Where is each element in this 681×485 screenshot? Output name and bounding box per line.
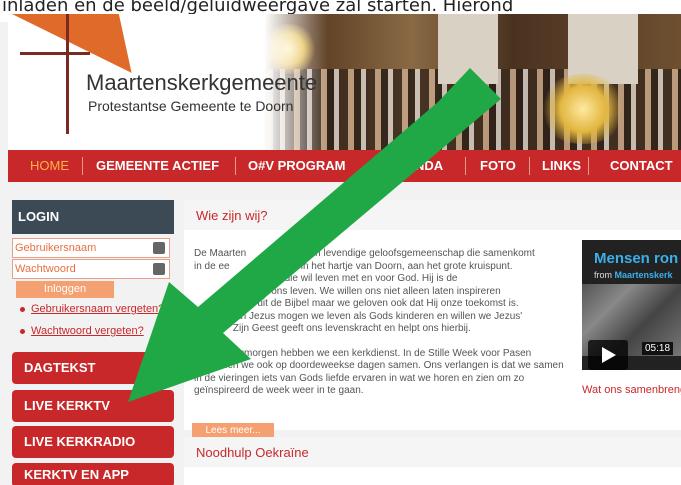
sidebar-live-kerktv[interactable]: LIVE KERKTV <box>12 390 174 422</box>
intro-line: eenschap die wil leven met en voor God. … <box>194 273 458 284</box>
intro-line: De Maarten s een levendige geloofsgemeen… <box>194 248 535 259</box>
forgot-password-link[interactable]: Wachtwoord vergeten? <box>20 325 144 337</box>
username-field[interactable]: Gebruikersnaam <box>12 238 170 258</box>
logo-subtitle: Protestantse Gemeente te Doorn <box>88 98 294 114</box>
nav-separator <box>82 157 83 175</box>
keyboard-icon <box>153 242 165 254</box>
video-source: from Maartenskerk <box>594 270 673 280</box>
nav-home[interactable]: HOME <box>30 150 69 182</box>
main-navigation: HOME GEMEENTE ACTIEF O#V PROGRAM NDA FOT… <box>8 150 681 182</box>
logo-cross-icon <box>20 52 90 55</box>
password-placeholder: Wachtwoord <box>15 263 76 275</box>
intro-line: ndagmorgen hebben we een kerkdienst. In … <box>194 347 532 359</box>
video-duration: 05:18 <box>642 342 674 355</box>
nav-gemeente-actief[interactable]: GEMEENTE ACTIEF <box>96 150 219 182</box>
news-title[interactable]: Noodhulp Oekraïne <box>196 445 309 460</box>
church-window <box>438 14 498 84</box>
bullet-icon <box>20 328 25 334</box>
play-icon[interactable] <box>588 340 628 370</box>
video-title[interactable]: Mensen ron <box>594 250 678 267</box>
nav-programma[interactable]: O#V PROGRAM <box>248 150 346 182</box>
logo-title: Maartenskerkgemeente <box>86 70 318 95</box>
intro-line: Zijn Geest geeft ons levenskracht en hel… <box>194 323 471 334</box>
intro-line: geïnspireerd de week weer in te gaan. <box>194 385 364 396</box>
nav-separator <box>465 157 466 175</box>
login-header: LOGIN <box>12 200 174 234</box>
forgot-username-label: Gebruikersnaam vergeten? <box>31 303 165 315</box>
intro-line: halen uit de Bijbel maar we geloven ook … <box>194 298 519 309</box>
password-field[interactable]: Wachtwoord <box>12 259 170 279</box>
nav-agenda[interactable]: NDA <box>415 150 443 182</box>
video-bottom-bar <box>582 370 681 382</box>
sidebar-kerktv-app[interactable]: KERKTV EN APP <box>12 463 174 485</box>
nav-separator <box>235 157 236 175</box>
intro-title: Wie zijn wij? <box>196 208 268 223</box>
intro-line: van Jezus mogen we leven als Gods kinder… <box>194 310 523 322</box>
keyboard-icon <box>153 263 165 275</box>
forgot-username-link[interactable]: Gebruikersnaam vergeten? <box>20 303 164 315</box>
forgot-password-label: Wachtwoord vergeten? <box>31 325 144 337</box>
nav-links[interactable]: LINKS <box>542 150 581 182</box>
username-placeholder: Gebruikersnaam <box>15 242 97 254</box>
nav-separator <box>529 157 530 175</box>
sidebar-live-kerkradio[interactable]: LIVE KERKRADIO <box>12 426 174 458</box>
sidebar-dagtekst[interactable]: DAGTEKST <box>12 352 174 384</box>
video-caption-link[interactable]: Wat ons samenbreng <box>582 384 681 396</box>
intro-line: in de ee enskerk in het hartje van Doorn… <box>194 260 513 272</box>
intro-line <box>194 336 584 348</box>
video-from-prefix: from <box>594 270 615 280</box>
intro-line: amen we ook op doordeweekse dagen samen.… <box>194 360 564 371</box>
logo[interactable]: Maartenskerkgemeente Protestantse Gemeen… <box>8 14 328 150</box>
nav-foto[interactable]: FOTO <box>480 150 516 182</box>
news-section-header: Noodhulp Oekraïne <box>184 437 681 467</box>
chandelier-light <box>538 74 628 144</box>
bullet-icon <box>20 306 25 312</box>
intro-line: in de vieringen iets van Gods liefde erv… <box>194 372 525 384</box>
site-header: Maartenskerkgemeente Protestantse Gemeen… <box>8 14 681 150</box>
logo-cross-icon <box>66 14 69 134</box>
nav-separator <box>588 157 589 175</box>
login-button[interactable]: Inloggen <box>16 281 114 298</box>
nav-contact[interactable]: CONTACT <box>610 150 673 182</box>
intro-body: De Maarten s een levendige geloofsgemeen… <box>194 248 584 398</box>
news-section: Noodhulp Oekraïne <box>184 437 681 485</box>
intro-line: Zin van ons leven. We willen ons niet al… <box>194 285 501 297</box>
intro-section-header: Wie zijn wij? <box>184 200 681 230</box>
video-player[interactable]: Mensen ron from Maartenskerk 05:18 <box>582 240 681 382</box>
video-channel-link[interactable]: Maartenskerk <box>615 270 673 280</box>
